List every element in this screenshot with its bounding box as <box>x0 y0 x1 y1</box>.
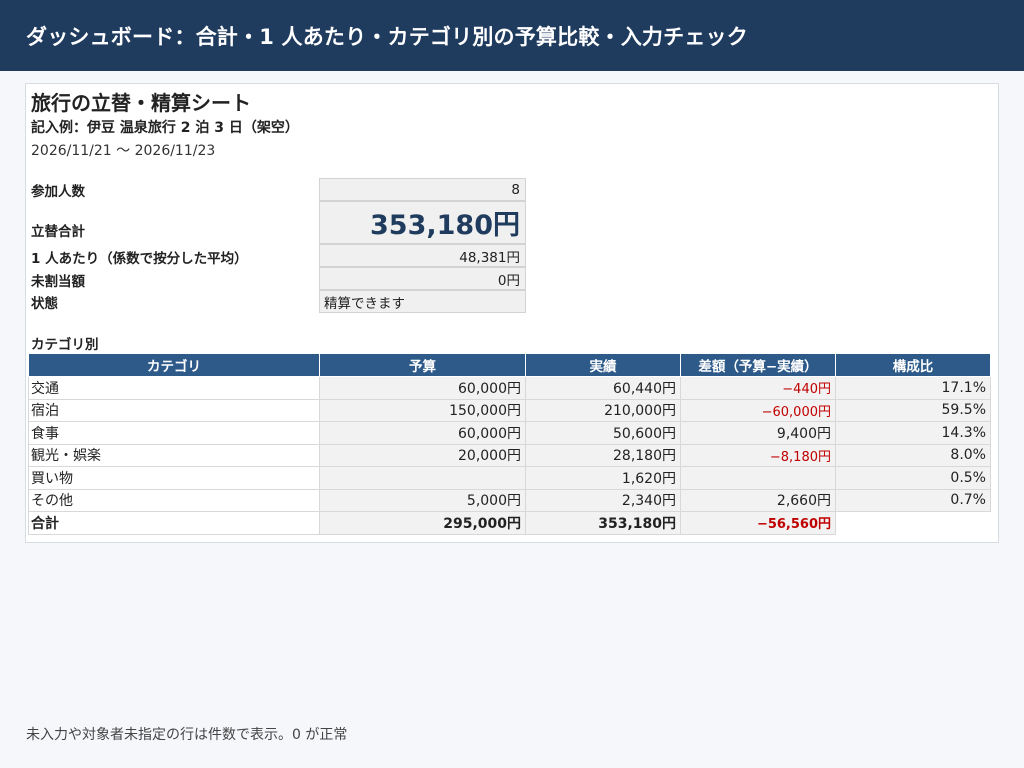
budget-cell[interactable] <box>319 466 526 490</box>
column-header-diff: 差額（予算−実績） <box>680 353 836 377</box>
budget-cell[interactable]: 60,000円 <box>319 421 526 445</box>
column-header-actual: 実績 <box>525 353 681 377</box>
per-person-value: 48,381円 <box>319 244 526 267</box>
diff-cell[interactable]: 2,660円 <box>680 488 836 512</box>
total-budget-cell: 295,000円 <box>319 511 526 535</box>
diff-cell[interactable] <box>680 466 836 490</box>
date-range: 2026/11/21 〜 2026/11/23 <box>31 143 216 159</box>
category-name-cell[interactable]: 買い物 <box>28 466 320 490</box>
budget-cell[interactable]: 60,000円 <box>319 376 526 400</box>
total-ratio-blank <box>835 511 991 534</box>
per-person-label: 1 人あたり（係数で按分した平均） <box>31 251 248 267</box>
category-table: カテゴリ 予算 実績 差額（予算−実績） 構成比 交通 60,000円 60,440… <box>28 353 991 535</box>
category-name-cell[interactable]: 宿泊 <box>28 398 320 422</box>
unallocated-value: 0円 <box>319 267 526 290</box>
actual-cell[interactable]: 210,000円 <box>525 398 681 422</box>
ratio-cell[interactable]: 0.7% <box>835 488 991 512</box>
participants-value[interactable]: 8 <box>319 178 526 201</box>
ratio-cell[interactable]: 59.5% <box>835 398 991 422</box>
budget-cell[interactable]: 20,000円 <box>319 443 526 467</box>
budget-cell[interactable]: 150,000円 <box>319 398 526 422</box>
unallocated-label: 未割当額 <box>31 274 85 290</box>
dashboard-header: ダッシュボード：合計・1 人あたり・カテゴリ別の予算比較・入力チェック <box>0 0 1024 71</box>
category-name-cell[interactable]: その他 <box>28 488 320 512</box>
actual-cell[interactable]: 50,600円 <box>525 421 681 445</box>
sheet-subtitle: 記入例：伊豆 温泉旅行 2 泊 3 日（架空） <box>31 120 299 136</box>
table-row: その他 5,000円 2,340円 2,660円 0.7% <box>28 488 991 512</box>
sheet-title: 旅行の立替・精算シート <box>31 91 251 115</box>
actual-cell[interactable]: 28,180円 <box>525 443 681 467</box>
ratio-cell[interactable]: 14.3% <box>835 421 991 445</box>
total-actual-cell: 353,180円 <box>525 511 681 535</box>
actual-cell[interactable]: 2,340円 <box>525 488 681 512</box>
ratio-cell[interactable]: 8.0% <box>835 443 991 467</box>
settlement-sheet: 旅行の立替・精算シート 記入例：伊豆 温泉旅行 2 泊 3 日（架空） 2026… <box>25 83 999 543</box>
dashboard-title: ダッシュボード：合計・1 人あたり・カテゴリ別の予算比較・入力チェック <box>26 24 748 49</box>
ratio-cell[interactable]: 17.1% <box>835 376 991 400</box>
status-value: 精算できます <box>319 290 526 313</box>
participants-label: 参加人数 <box>31 184 85 200</box>
diff-cell[interactable]: −60,000円 <box>680 398 836 422</box>
diff-cell[interactable]: 9,400円 <box>680 421 836 445</box>
actual-cell[interactable]: 1,620円 <box>525 466 681 490</box>
footer-note: 未入力や対象者未指定の行は件数で表示。0 が正常 <box>26 727 348 743</box>
total-row: 合計 295,000円 353,180円 −56,560円 <box>28 511 991 535</box>
total-diff-cell: −56,560円 <box>680 511 836 535</box>
category-name-cell[interactable]: 観光・娯楽 <box>28 443 320 467</box>
category-section-label: カテゴリ別 <box>31 337 99 353</box>
total-name-cell: 合計 <box>28 511 320 535</box>
table-row: 買い物 1,620円 0.5% <box>28 466 991 490</box>
budget-cell[interactable]: 5,000円 <box>319 488 526 512</box>
column-header-ratio: 構成比 <box>835 353 991 377</box>
table-row: 観光・娯楽 20,000円 28,180円 −8,180円 8.0% <box>28 443 991 467</box>
table-row: 食事 60,000円 50,600円 9,400円 14.3% <box>28 421 991 445</box>
ratio-cell[interactable]: 0.5% <box>835 466 991 490</box>
category-name-cell[interactable]: 交通 <box>28 376 320 400</box>
status-label: 状態 <box>31 296 58 312</box>
total-value: 353,180円 <box>319 201 526 244</box>
table-row: 宿泊 150,000円 210,000円 −60,000円 59.5% <box>28 398 991 422</box>
actual-cell[interactable]: 60,440円 <box>525 376 681 400</box>
diff-cell[interactable]: −8,180円 <box>680 443 836 467</box>
category-name-cell[interactable]: 食事 <box>28 421 320 445</box>
table-row: 交通 60,000円 60,440円 −440円 17.1% <box>28 376 991 400</box>
diff-cell[interactable]: −440円 <box>680 376 836 400</box>
column-header-category: カテゴリ <box>28 353 320 377</box>
column-header-budget: 予算 <box>319 353 526 377</box>
total-label: 立替合計 <box>31 224 85 240</box>
category-table-header: カテゴリ 予算 実績 差額（予算−実績） 構成比 <box>28 353 991 377</box>
